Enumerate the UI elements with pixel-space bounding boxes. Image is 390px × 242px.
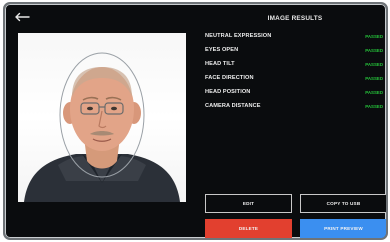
copy-to-usb-button[interactable]: COPY TO USB (300, 194, 386, 213)
captured-photo (18, 33, 186, 202)
result-row: EYES OPEN PASSED (203, 44, 386, 58)
result-row: CAMERA DISTANCE PASSED (203, 100, 386, 114)
result-label: EYES OPEN (205, 47, 239, 53)
result-status: PASSED (365, 33, 383, 39)
result-row: FACE DIRECTION PASSED (203, 72, 386, 86)
result-label: HEAD TILT (205, 61, 235, 67)
back-arrow-icon[interactable] (14, 12, 30, 22)
results-list: NEUTRAL EXPRESSION PASSED EYES OPEN PASS… (203, 30, 386, 114)
result-status: PASSED (365, 89, 383, 95)
result-row: HEAD POSITION PASSED (203, 86, 386, 100)
result-label: HEAD POSITION (205, 89, 251, 95)
result-row: NEUTRAL EXPRESSION PASSED (203, 30, 386, 44)
print-preview-button[interactable]: PRINT PREVIEW (300, 219, 386, 238)
result-label: CAMERA DISTANCE (205, 103, 261, 109)
result-status: PASSED (365, 61, 383, 67)
result-label: NEUTRAL EXPRESSION (205, 33, 272, 39)
result-status: PASSED (365, 47, 383, 53)
edit-button[interactable]: EDIT (205, 194, 292, 213)
result-status: PASSED (365, 103, 383, 109)
screenshot: IMAGE RESULTS NEUTRAL EXPRESSION PASSED … (0, 0, 390, 242)
tablet-screen: IMAGE RESULTS NEUTRAL EXPRESSION PASSED … (3, 2, 388, 240)
results-title: IMAGE RESULTS (267, 15, 323, 22)
delete-button[interactable]: DELETE (205, 219, 292, 238)
result-label: FACE DIRECTION (205, 75, 254, 81)
result-row: HEAD TILT PASSED (203, 58, 386, 72)
result-status: PASSED (365, 75, 383, 81)
